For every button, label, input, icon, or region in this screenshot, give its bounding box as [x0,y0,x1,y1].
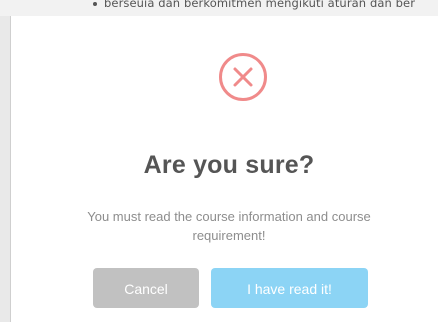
bullet-icon [93,2,97,6]
dialog-message: You must read the course information and… [87,209,371,243]
close-x-icon [233,67,253,87]
error-x-circle-icon [219,53,267,101]
background-content: berseuia dan berkomitmen mengikuti atura… [0,0,438,16]
cancel-button[interactable]: Cancel [93,268,199,308]
dialog-title: Are you sure? [143,151,315,179]
confirm-read-button[interactable]: I have read it! [211,268,368,308]
page: berseuia dan berkomitmen mengikuti atura… [0,0,438,322]
background-text: berseuia dan berkomitmen mengikuti atura… [104,0,416,10]
